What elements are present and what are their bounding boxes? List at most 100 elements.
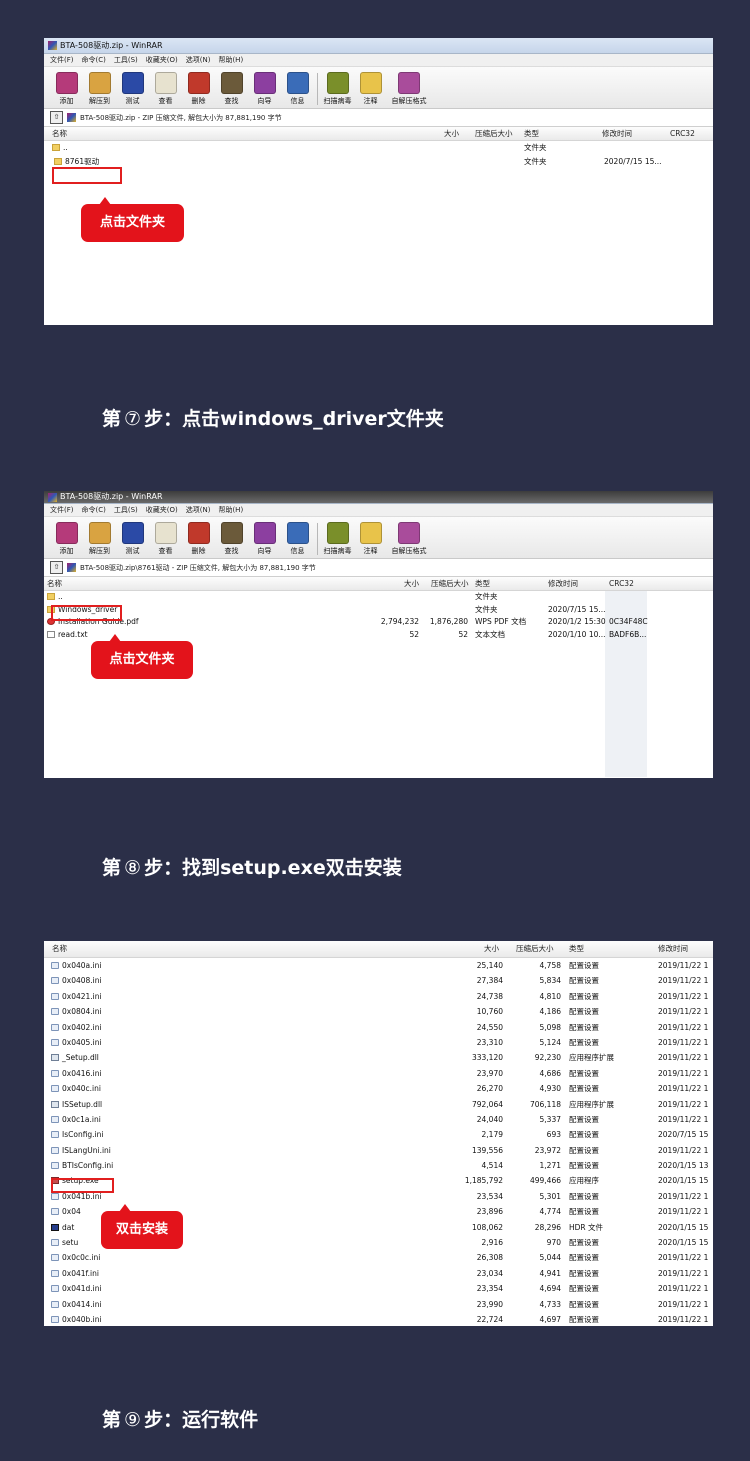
toolbar-delete-button[interactable]: 删除 xyxy=(182,522,215,556)
menu-options[interactable]: 选项(N) xyxy=(186,504,211,516)
column-modified[interactable]: 修改时间 xyxy=(548,577,578,590)
file-row[interactable]: 0x0408.ini 27,384 5,834 配置设置 2019/11/22 1 xyxy=(44,973,713,988)
column-crc[interactable]: CRC32 xyxy=(609,577,634,590)
file-type: 配置设置 xyxy=(569,1299,599,1309)
column-size[interactable]: 大小 xyxy=(484,941,499,957)
file-modified: 2019/11/22 1 xyxy=(658,1253,709,1263)
file-row[interactable]: ISSetup.dll 792,064 706,118 应用程序扩展 2019/11/2… xyxy=(44,1097,713,1112)
file-modified: 2019/11/22 1 xyxy=(658,1299,709,1309)
toolbar-extract-button[interactable]: 解压到 xyxy=(83,72,116,106)
file-packed: 4,810 xyxy=(539,991,561,1001)
file-row[interactable]: .. 文件夹 xyxy=(44,141,713,155)
file-name: IsConfig.ini xyxy=(62,1130,104,1140)
toolbar-view-button[interactable]: 查看 xyxy=(149,72,182,106)
file-row[interactable]: 0x0405.ini 23,310 5,124 配置设置 2019/11/22 1 xyxy=(44,1035,713,1050)
file-row[interactable]: 0x040b.ini 22,724 4,697 配置设置 2019/11/22 1 xyxy=(44,1312,713,1326)
sfx-icon xyxy=(398,72,420,94)
toolbar-comment-button[interactable]: 注释 xyxy=(354,522,387,556)
menu-options[interactable]: 选项(N) xyxy=(186,54,211,66)
file-row[interactable]: .. 文件夹 xyxy=(44,591,713,604)
toolbar-wizard-button[interactable]: 向导 xyxy=(248,522,281,556)
file-row[interactable]: ISLangUni.ini 139,556 23,972 配置设置 2019/11/22… xyxy=(44,1143,713,1158)
file-row[interactable]: 0x0414.ini 23,990 4,733 配置设置 2019/11/22 1 xyxy=(44,1297,713,1312)
menu-help[interactable]: 帮助(H) xyxy=(218,54,243,66)
menu-help[interactable]: 帮助(H) xyxy=(218,504,243,516)
step-8-caption: 第 ⑧ 步：找到setup.exe双击安装 xyxy=(102,857,402,879)
column-name[interactable]: 名称 xyxy=(52,127,67,140)
toolbar-extract-button[interactable]: 解压到 xyxy=(83,522,116,556)
column-type[interactable]: 类型 xyxy=(524,127,539,140)
file-row[interactable]: BTIsConfig.ini 4,514 1,271 配置设置 2020/1/15 13 xyxy=(44,1158,713,1173)
toolbar-virus-scan-button[interactable]: 扫描病毒 xyxy=(321,72,354,106)
file-row[interactable]: 0x040a.ini 25,140 4,758 配置设置 2019/11/22 1 xyxy=(44,958,713,973)
file-packed: 4,774 xyxy=(539,1207,561,1217)
column-packed[interactable]: 压缩后大小 xyxy=(516,941,554,957)
file-name: 0x040a.ini xyxy=(62,961,102,970)
column-name[interactable]: 名称 xyxy=(52,941,67,957)
menu-file[interactable]: 文件(F) xyxy=(50,504,74,516)
folder-icon xyxy=(52,144,60,151)
menu-favorites[interactable]: 收藏夹(O) xyxy=(146,504,178,516)
file-modified: 2019/11/22 1 xyxy=(658,1284,709,1294)
column-modified[interactable]: 修改时间 xyxy=(602,127,632,140)
menu-favorites[interactable]: 收藏夹(O) xyxy=(146,54,178,66)
column-packed[interactable]: 压缩后大小 xyxy=(431,577,469,590)
column-type[interactable]: 类型 xyxy=(569,941,584,957)
toolbar-sfx-button[interactable]: 自解压格式 xyxy=(387,522,431,556)
menu-commands[interactable]: 命令(C) xyxy=(82,54,106,66)
menu-tools[interactable]: 工具(S) xyxy=(114,504,138,516)
file-row[interactable]: 0x041b.ini 23,534 5,301 配置设置 2019/11/22 1 xyxy=(44,1189,713,1204)
file-modified: 2019/11/22 1 xyxy=(658,1068,709,1078)
file-crc: 0C34F48C xyxy=(609,617,648,626)
toolbar-wizard-button[interactable]: 向导 xyxy=(248,72,281,106)
file-row[interactable]: Installation Guide.pdf 2,794,232 1,876,2… xyxy=(44,616,713,629)
wizard-icon xyxy=(253,522,276,544)
toolbar-comment-button[interactable]: 注释 xyxy=(354,72,387,106)
file-row[interactable]: read.txt 52 52 文本文档 2020/1/10 10... BADF… xyxy=(44,629,713,642)
menu-file[interactable]: 文件(F) xyxy=(50,54,74,66)
toolbar-info-button[interactable]: 信息 xyxy=(281,522,314,556)
toolbar-test-button[interactable]: 测试 xyxy=(116,72,149,106)
file-row[interactable]: 0x040c.ini 26,270 4,930 配置设置 2019/11/22 1 xyxy=(44,1081,713,1096)
file-row[interactable]: 0x041d.ini 23,354 4,694 配置设置 2019/11/22 1 xyxy=(44,1281,713,1296)
file-packed: 4,941 xyxy=(539,1268,561,1278)
config-file-icon xyxy=(51,1254,59,1262)
file-row[interactable]: IsConfig.ini 2,179 693 配置设置 2020/7/15 15 xyxy=(44,1127,713,1142)
text-file-icon xyxy=(47,630,55,638)
file-size: 23,896 xyxy=(476,1207,503,1217)
column-name[interactable]: 名称 xyxy=(47,577,62,590)
column-crc[interactable]: CRC32 xyxy=(670,127,695,140)
toolbar-add-button[interactable]: 添加 xyxy=(50,522,83,556)
file-row[interactable]: 0x0402.ini 24,550 5,098 配置设置 2019/11/22 1 xyxy=(44,1020,713,1035)
toolbar-info-button[interactable]: 信息 xyxy=(281,72,314,106)
config-file-icon xyxy=(51,1300,59,1308)
file-row[interactable]: 0x041f.ini 23,034 4,941 配置设置 2019/11/22 1 xyxy=(44,1266,713,1281)
file-row[interactable]: Windows_driver 文件夹 2020/7/15 15... xyxy=(44,604,713,617)
toolbar-find-button[interactable]: 查找 xyxy=(215,522,248,556)
up-folder-button[interactable]: ⇧ xyxy=(50,561,63,574)
file-row[interactable]: setup.exe 1,185,792 499,466 应用程序 2020/1/15 1… xyxy=(44,1173,713,1188)
test-icon xyxy=(121,72,144,94)
toolbar-test-button[interactable]: 测试 xyxy=(116,522,149,556)
toolbar-view-button[interactable]: 查看 xyxy=(149,522,182,556)
file-row[interactable]: 0x0421.ini 24,738 4,810 配置设置 2019/11/22 1 xyxy=(44,989,713,1004)
up-folder-button[interactable]: ⇧ xyxy=(50,111,63,124)
column-size[interactable]: 大小 xyxy=(444,127,459,140)
file-row[interactable]: 0x0804.ini 10,760 4,186 配置设置 2019/11/22 1 xyxy=(44,1004,713,1019)
toolbar-virus-scan-button[interactable]: 扫描病毒 xyxy=(321,522,354,556)
menu-commands[interactable]: 命令(C) xyxy=(82,504,106,516)
column-type[interactable]: 类型 xyxy=(475,577,490,590)
column-modified[interactable]: 修改时间 xyxy=(658,941,688,957)
file-row[interactable]: 0x0416.ini 23,970 4,686 配置设置 2019/11/22 1 xyxy=(44,1066,713,1081)
toolbar-sfx-button[interactable]: 自解压格式 xyxy=(387,72,431,106)
file-row[interactable]: _Setup.dll 333,120 92,230 应用程序扩展 2019/11/22 … xyxy=(44,1050,713,1065)
column-packed[interactable]: 压缩后大小 xyxy=(475,127,513,140)
file-row[interactable]: 0x0c1a.ini 24,040 5,337 配置设置 2019/11/22 1 xyxy=(44,1112,713,1127)
toolbar-add-button[interactable]: 添加 xyxy=(50,72,83,106)
column-size[interactable]: 大小 xyxy=(404,577,419,590)
file-row[interactable]: 0x0c0c.ini 26,308 5,044 配置设置 2019/11/22 1 xyxy=(44,1250,713,1265)
file-row[interactable]: 8761驱动 文件夹 2020/7/15 15... xyxy=(44,155,713,169)
toolbar-find-button[interactable]: 查找 xyxy=(215,72,248,106)
toolbar-delete-button[interactable]: 删除 xyxy=(182,72,215,106)
menu-tools[interactable]: 工具(S) xyxy=(114,54,138,66)
